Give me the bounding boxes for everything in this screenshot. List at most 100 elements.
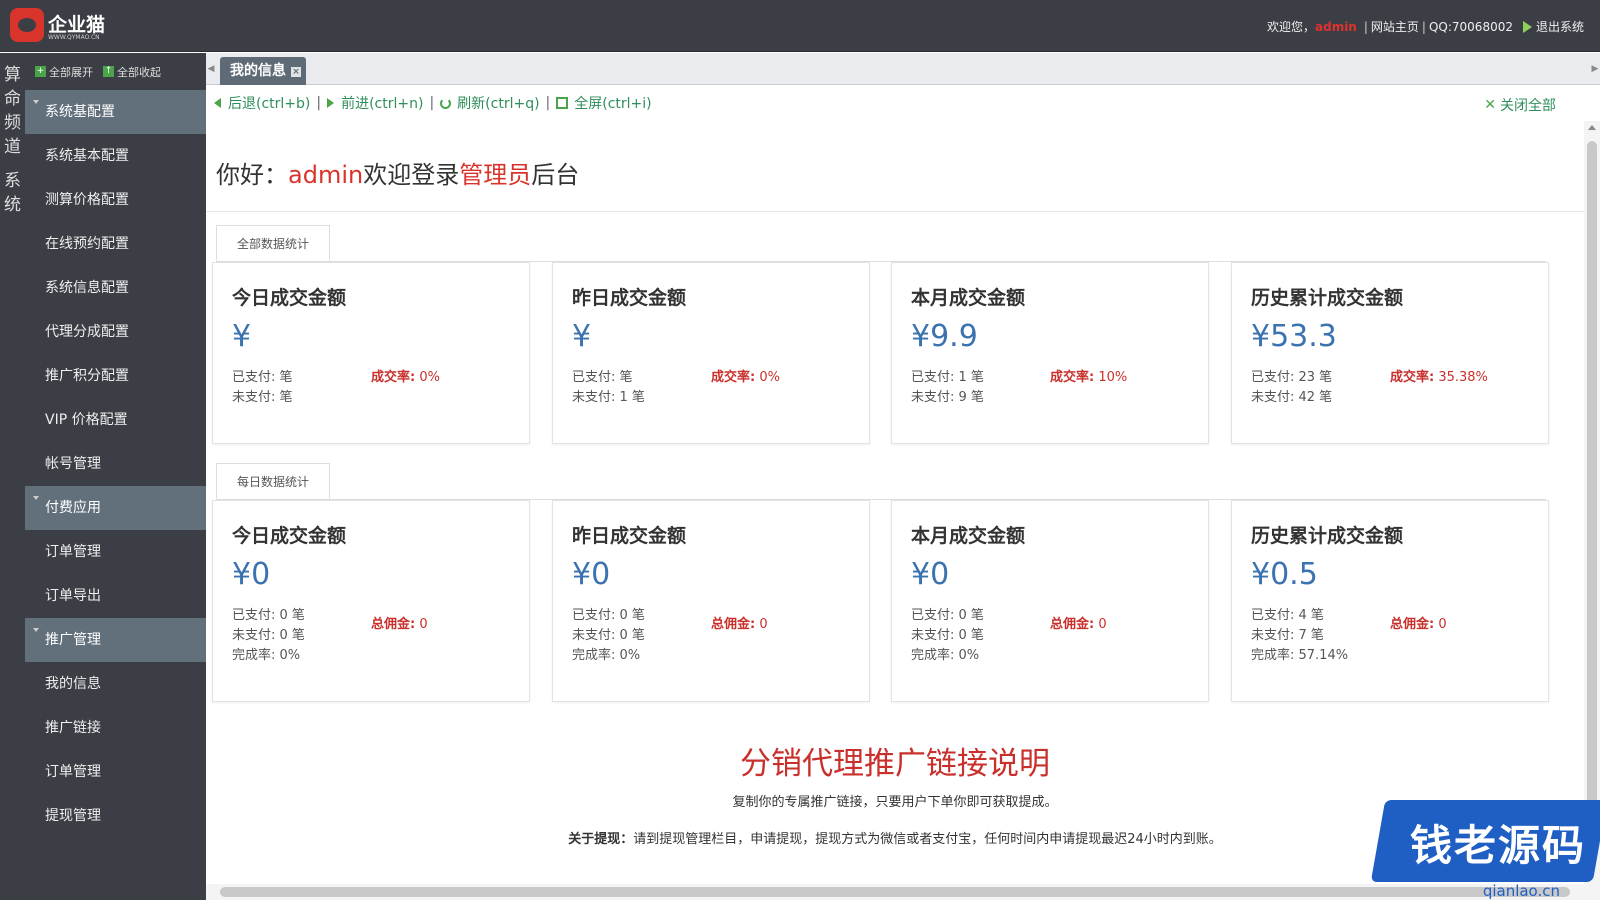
logo-name: 企业猫 bbox=[48, 14, 106, 36]
greeting-divider bbox=[206, 211, 1584, 212]
scroll-up-icon[interactable] bbox=[1588, 125, 1596, 130]
sidebar-item[interactable]: 订单导出 bbox=[25, 574, 206, 618]
paid-count: 已支付: 1 笔 bbox=[911, 370, 984, 385]
stat-rate-label: 总佣金: bbox=[711, 617, 756, 632]
fullscreen-icon bbox=[556, 97, 569, 109]
stat-rate: 成交率: 35.38% bbox=[1390, 366, 1488, 385]
refresh-icon bbox=[440, 97, 452, 109]
refresh-button[interactable]: 刷新(ctrl+q) bbox=[440, 93, 540, 113]
greeting-suffix: 后台 bbox=[531, 161, 580, 189]
logo[interactable]: 企业猫 WWW.QYMAO.CN bbox=[10, 8, 110, 44]
forward-label: 前进(ctrl+n) bbox=[341, 96, 424, 112]
tab-scroll-right[interactable]: ▶ bbox=[1590, 53, 1600, 85]
sidebar-group[interactable]: 付费应用 bbox=[25, 486, 206, 530]
collapse-all-button[interactable]: ↑ 全部收起 bbox=[103, 64, 161, 80]
stat-amount: ¥ bbox=[232, 319, 252, 354]
expand-all-button[interactable]: + 全部展开 bbox=[35, 64, 93, 80]
stat-card: 昨日成交金额 ¥ 已支付: 笔未支付: 1 笔 成交率: 0% bbox=[552, 262, 870, 444]
stat-rate-value: 35.38% bbox=[1438, 370, 1488, 385]
paid-count: 已支付: 笔 bbox=[232, 370, 293, 385]
fullscreen-button[interactable]: 全屏(ctrl+i) bbox=[556, 93, 652, 113]
sidebar-item[interactable]: 帐号管理 bbox=[25, 442, 206, 486]
section-tab[interactable]: 每日数据统计 bbox=[216, 463, 330, 499]
sidebar-item[interactable]: 订单管理 bbox=[25, 750, 206, 794]
stat-rate-label: 成交率: bbox=[1050, 370, 1095, 385]
site-home-link[interactable]: 网站主页 bbox=[1371, 18, 1419, 35]
sidebar-menu: 系统基配置 系统基本配置 测算价格配置 在线预约配置 系统信息配置 代理分成配置 推广积分配… bbox=[25, 90, 206, 838]
stat-title: 昨日成交金额 bbox=[572, 287, 687, 309]
paid-count: 已支付: 笔 bbox=[572, 370, 633, 385]
current-user: admin bbox=[1315, 19, 1357, 34]
stat-rate-value: 0 bbox=[1098, 617, 1107, 632]
back-arrow-icon bbox=[214, 98, 221, 108]
watermark: 钱老源码 qianlao.cn bbox=[1370, 800, 1600, 900]
tab-close-icon[interactable]: × bbox=[291, 67, 301, 77]
stat-rate: 成交率: 10% bbox=[1050, 366, 1127, 385]
header-user-area: 欢迎您， admin | 网站主页 | QQ:70068002 退出系统 bbox=[1267, 18, 1584, 35]
channel-strip: 算命频道 系统 bbox=[0, 53, 25, 900]
cat-logo-icon bbox=[10, 8, 44, 42]
stat-rate-value: 0 bbox=[1438, 617, 1447, 632]
stat-rate-value: 10% bbox=[1098, 370, 1128, 385]
paid-count: 已支付: 0 笔 bbox=[911, 608, 984, 623]
stat-rate-label: 总佣金: bbox=[1050, 617, 1095, 632]
sidebar-item[interactable]: 测算价格配置 bbox=[25, 178, 206, 222]
completion-rate: 完成率: 0% bbox=[232, 648, 301, 663]
close-all-button[interactable]: ✕ 关闭全部 bbox=[1484, 95, 1556, 115]
divider: | bbox=[316, 95, 322, 111]
sidebar-item[interactable]: 系统基本配置 bbox=[25, 134, 206, 178]
sidebar-item[interactable]: 提现管理 bbox=[25, 794, 206, 838]
close-all-label: 关闭全部 bbox=[1500, 98, 1556, 114]
sidebar-item[interactable]: VIP 价格配置 bbox=[25, 398, 206, 442]
welcome-greeting: 你好：admin欢迎登录管理员后台 bbox=[216, 155, 579, 190]
stat-card: 今日成交金额 ¥0 已支付: 0 笔未支付: 0 笔完成率: 0% 总佣金: 0 bbox=[212, 500, 530, 702]
sidebar-item[interactable]: 推广链接 bbox=[25, 706, 206, 750]
unpaid-count: 未支付: 0 笔 bbox=[911, 628, 984, 643]
stat-amount: ¥0 bbox=[232, 557, 271, 592]
section-tab[interactable]: 全部数据统计 bbox=[216, 225, 330, 261]
sidebar-item[interactable]: 代理分成配置 bbox=[25, 310, 206, 354]
qq-contact: QQ:70068002 bbox=[1428, 19, 1513, 34]
tab-bar: ◀ 我的信息 × ▶ bbox=[206, 53, 1600, 85]
stat-title: 本月成交金额 bbox=[911, 525, 1026, 547]
logout-link[interactable]: 退出系统 bbox=[1536, 18, 1584, 35]
sidebar-group[interactable]: 推广管理 bbox=[25, 618, 206, 662]
stat-amount: ¥0.5 bbox=[1251, 557, 1318, 592]
greeting-user: admin bbox=[288, 161, 364, 189]
stat-amount: ¥0 bbox=[911, 557, 950, 592]
back-button[interactable]: 后退(ctrl+b) bbox=[214, 93, 310, 113]
stat-card: 历史累计成交金额 ¥0.5 已支付: 4 笔未支付: 7 笔完成率: 57.14% 总… bbox=[1231, 500, 1549, 702]
completion-rate: 完成率: 0% bbox=[911, 648, 980, 663]
sidebar-group[interactable]: 系统基配置 bbox=[25, 90, 206, 134]
logout-arrow-icon bbox=[1522, 20, 1532, 33]
promo-title: 分销代理推广链接说明 bbox=[740, 746, 1050, 782]
main-content: 你好：admin欢迎登录管理员后台 全部数据统计今日成交金额 ¥ 已支付: 笔未支付… bbox=[206, 121, 1584, 884]
nav-toolbar: 后退(ctrl+b) | 前进(ctrl+n) | 刷新(ctrl+q) | 全… bbox=[206, 86, 1600, 120]
stat-card: 历史累计成交金额 ¥53.3 已支付: 23 笔未支付: 42 笔 成交率: 35.3… bbox=[1231, 262, 1549, 444]
sidebar-item[interactable]: 系统信息配置 bbox=[25, 266, 206, 310]
channel-fortune[interactable]: 算命频道 bbox=[0, 53, 25, 159]
scroll-thumb[interactable] bbox=[220, 887, 1570, 897]
stat-card: 昨日成交金额 ¥0 已支付: 0 笔未支付: 0 笔完成率: 0% 总佣金: 0 bbox=[552, 500, 870, 702]
fullscreen-label: 全屏(ctrl+i) bbox=[574, 96, 652, 112]
sidebar-item[interactable]: 推广积分配置 bbox=[25, 354, 206, 398]
stat-title: 本月成交金额 bbox=[911, 287, 1026, 309]
stat-title: 今日成交金额 bbox=[232, 525, 347, 547]
plus-icon: + bbox=[35, 66, 46, 77]
tab-scroll-left[interactable]: ◀ bbox=[206, 53, 216, 85]
stat-amount: ¥0 bbox=[572, 557, 611, 592]
sidebar-item[interactable]: 订单管理 bbox=[25, 530, 206, 574]
tab-my-info[interactable]: 我的信息 × bbox=[220, 57, 306, 85]
channel-system[interactable]: 系统 bbox=[0, 159, 25, 217]
welcome-text: 欢迎您， bbox=[1266, 20, 1315, 34]
sidebar-item[interactable]: 在线预约配置 bbox=[25, 222, 206, 266]
tab-label: 我的信息 bbox=[230, 63, 286, 79]
scroll-thumb[interactable] bbox=[1587, 141, 1597, 861]
minus-icon: ↑ bbox=[103, 66, 114, 77]
withdraw-note-text: 请到提现管理栏目，申请提现，提现方式为微信或者支付宝，任何时间内申请提现最迟24… bbox=[633, 832, 1222, 847]
forward-button[interactable]: 前进(ctrl+n) bbox=[327, 93, 423, 113]
stat-rate: 总佣金: 0 bbox=[711, 613, 768, 632]
sidebar-item[interactable]: 我的信息 bbox=[25, 662, 206, 706]
withdraw-note-label: 关于提现： bbox=[568, 832, 634, 847]
vertical-scrollbar[interactable] bbox=[1584, 121, 1600, 884]
